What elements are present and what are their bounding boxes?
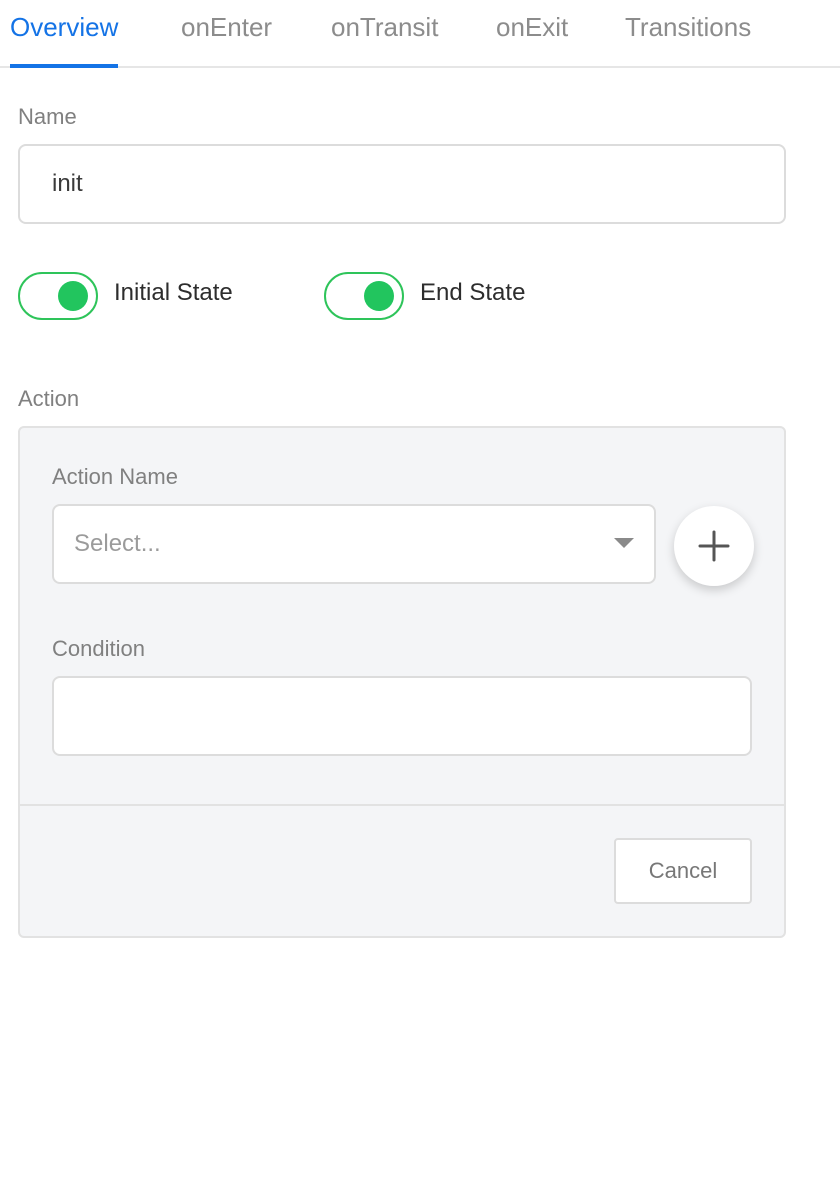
action-name-placeholder: Select... [74, 530, 161, 557]
toggle-knob [58, 281, 88, 311]
add-action-button[interactable] [674, 506, 754, 586]
tab-onexit[interactable]: onExit [496, 10, 568, 68]
name-input-value: init [52, 170, 83, 197]
tab-onenter[interactable]: onEnter [181, 10, 272, 68]
tab-transitions[interactable]: Transitions [625, 10, 751, 68]
toggle-knob [364, 281, 394, 311]
initial-state-label: Initial State [114, 279, 233, 306]
plus-icon [698, 530, 730, 562]
condition-input[interactable] [52, 676, 752, 756]
name-label: Name [18, 104, 77, 129]
panel-divider [20, 804, 784, 806]
end-state-label: End State [420, 279, 526, 306]
action-name-label: Action Name [52, 464, 178, 489]
initial-state-toggle[interactable] [18, 272, 98, 320]
condition-label: Condition [52, 636, 145, 661]
cancel-button[interactable]: Cancel [614, 838, 752, 904]
tab-bar: Overview onEnter onTransit onExit Transi… [0, 0, 840, 68]
action-name-select[interactable]: Select... [52, 504, 656, 584]
end-state-toggle[interactable] [324, 272, 404, 320]
name-input[interactable]: init [18, 144, 786, 224]
action-panel: Action Name Select... Condition Cancel [18, 426, 786, 938]
action-section-label: Action [18, 386, 80, 411]
tab-ontransit[interactable]: onTransit [331, 10, 438, 68]
chevron-down-icon [614, 538, 634, 548]
tab-overview[interactable]: Overview [10, 10, 119, 68]
